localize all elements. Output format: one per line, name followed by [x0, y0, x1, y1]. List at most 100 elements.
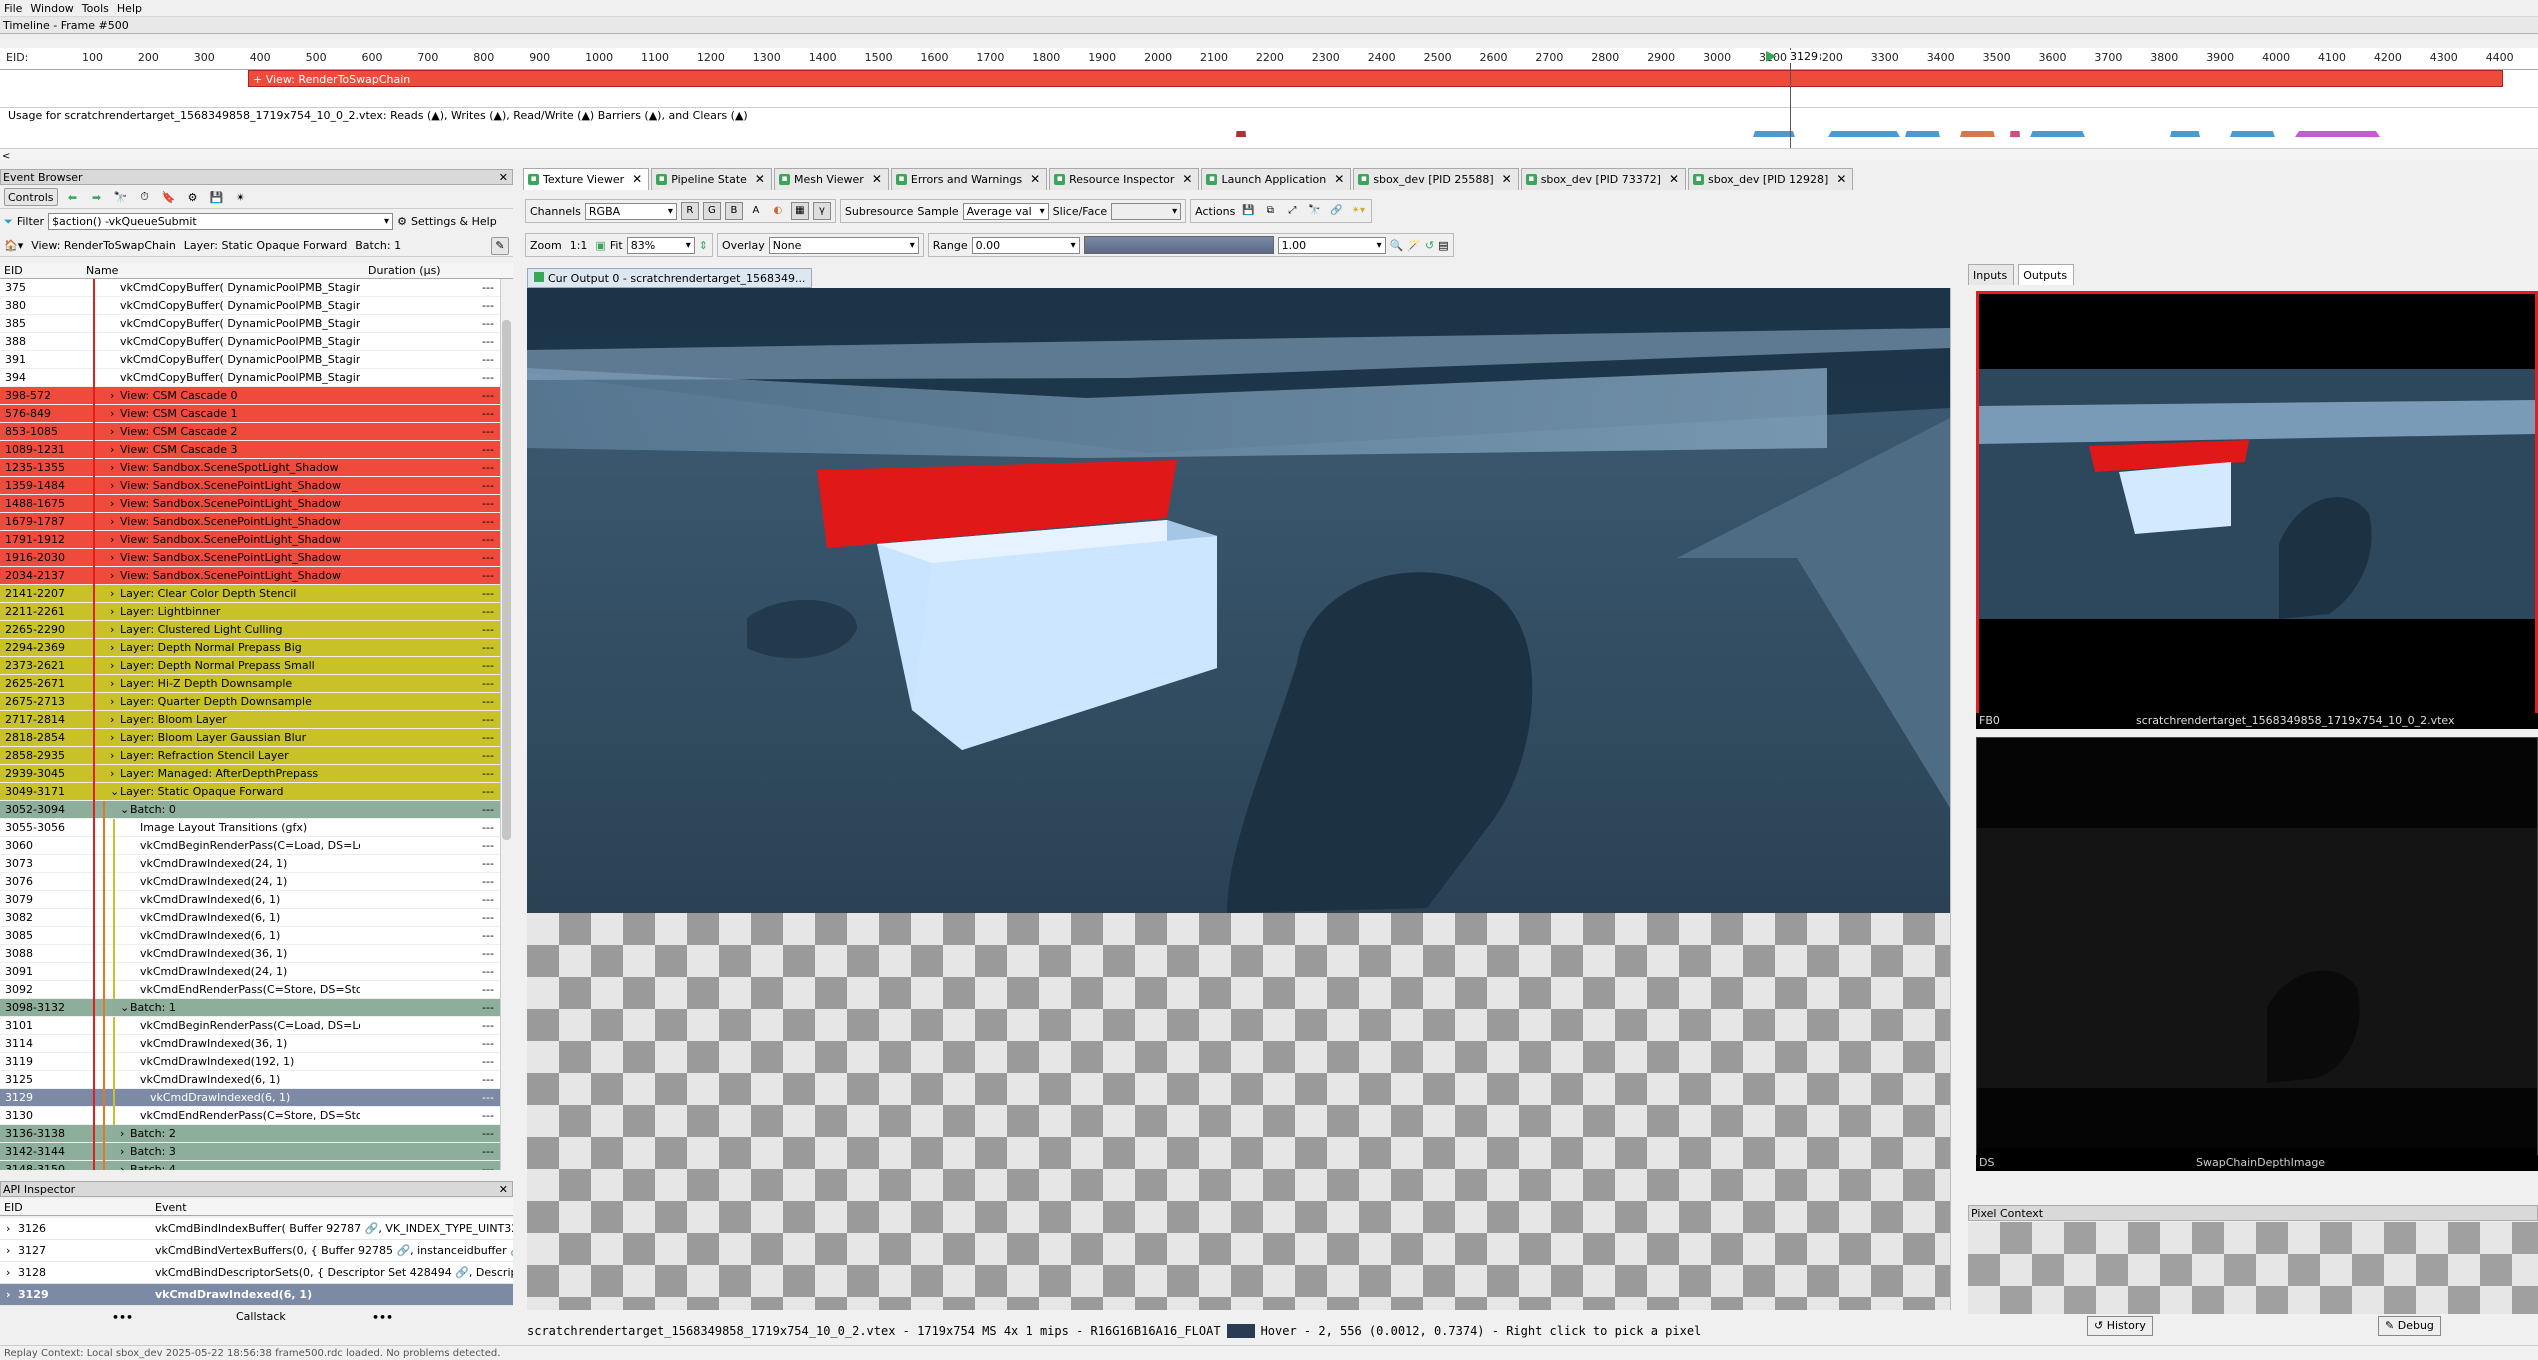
- auto-fit-icon[interactable]: 🪄: [1407, 239, 1421, 252]
- usage-marker[interactable]: [1753, 127, 1795, 137]
- tab-texture-viewer[interactable]: ▪ Texture Viewer ✕: [523, 168, 650, 190]
- event-row[interactable]: 380 vkCmdCopyBuffer( DynamicPoolPMB_Stagi…: [0, 297, 500, 315]
- event-row[interactable]: 385 vkCmdCopyBuffer( DynamicPoolPMB_Stagi…: [0, 315, 500, 333]
- expand-chevron-icon[interactable]: ›: [110, 459, 114, 477]
- checkerboard-background[interactable]: [527, 913, 1950, 1310]
- event-row[interactable]: 3076 vkCmdDrawIndexed(24, 1) ---: [0, 873, 500, 891]
- channel-b-toggle[interactable]: B: [724, 202, 743, 220]
- expand-chevron-icon[interactable]: ›: [110, 657, 114, 675]
- event-row[interactable]: 1791-1912 › View: Sandbox.ScenePointLight_…: [0, 531, 500, 549]
- expand-chevron-icon[interactable]: ›: [110, 495, 114, 513]
- edit-icon[interactable]: ✎: [491, 236, 509, 255]
- filter-input[interactable]: $action() -vkQueueSubmit: [48, 213, 394, 230]
- event-row[interactable]: 3114 vkCmdDrawIndexed(36, 1) ---: [0, 1035, 500, 1053]
- crumb-view[interactable]: View: RenderToSwapChain: [31, 239, 176, 252]
- event-row[interactable]: 2265-2290 › Layer: Clustered Light Culling…: [0, 621, 500, 639]
- expand-chevron-icon[interactable]: ›: [6, 1284, 11, 1305]
- expand-chevron-icon[interactable]: ›: [110, 711, 114, 729]
- expand-chevron-icon[interactable]: ›: [6, 1218, 10, 1239]
- starburst-icon[interactable]: ✴: [232, 188, 250, 206]
- forward-arrow-icon[interactable]: ➡: [88, 188, 106, 206]
- event-row[interactable]: 3130 vkCmdEndRenderPass(C=Store, DS=Store…: [0, 1107, 500, 1125]
- expand-chevron-icon[interactable]: ›: [110, 387, 114, 405]
- event-row[interactable]: 2294-2369 › Layer: Depth Normal Prepass Bi…: [0, 639, 500, 657]
- expand-chevron-icon[interactable]: ›: [110, 585, 114, 603]
- event-row[interactable]: 3129 vkCmdDrawIndexed(6, 1) ---: [0, 1089, 500, 1107]
- event-row[interactable]: 576-849 › View: CSM Cascade 1 ---: [0, 405, 500, 423]
- expand-chevron-icon[interactable]: ›: [110, 423, 114, 441]
- menu-tools[interactable]: Tools: [78, 0, 113, 17]
- expand-chevron-icon[interactable]: ›: [110, 675, 114, 693]
- close-icon[interactable]: ✕: [1836, 169, 1846, 190]
- usage-marker[interactable]: [1236, 127, 1246, 137]
- event-row[interactable]: 394 vkCmdCopyBuffer( DynamicPoolPMB_Stagi…: [0, 369, 500, 387]
- expand-chevron-icon[interactable]: ›: [110, 477, 114, 495]
- event-row[interactable]: 2373-2621 › Layer: Depth Normal Prepass Sm…: [0, 657, 500, 675]
- expand-chevron-icon[interactable]: ⌄: [120, 801, 129, 819]
- expand-chevron-icon[interactable]: ›: [110, 621, 114, 639]
- api-col-eid[interactable]: EID: [4, 1201, 23, 1214]
- event-row[interactable]: 1359-1484 › View: Sandbox.ScenePointLight_…: [0, 477, 500, 495]
- channel-g-toggle[interactable]: G: [702, 202, 721, 220]
- zoom-select[interactable]: 83%: [626, 236, 695, 254]
- output-tab[interactable]: Cur Output 0 - scratchrendertarget_15683…: [527, 268, 813, 288]
- tab-sbox-dev-pid-73372[interactable]: ▪ sbox_dev [PID 73372] ✕: [1520, 168, 1687, 190]
- save-icon[interactable]: 💾: [208, 188, 226, 206]
- back-arrow-icon[interactable]: ⬅: [64, 188, 82, 206]
- event-row[interactable]: 3073 vkCmdDrawIndexed(24, 1) ---: [0, 855, 500, 873]
- api-row[interactable]: › 3128 vkCmdBindDescriptorSets(0, { Descri…: [0, 1262, 513, 1284]
- expand-chevron-icon[interactable]: ›: [120, 1161, 124, 1170]
- color-wheel-icon[interactable]: ◐: [768, 202, 787, 220]
- range-min-input[interactable]: 0.00: [971, 236, 1080, 254]
- api-row[interactable]: › 3129 vkCmdDrawIndexed(6, 1): [0, 1284, 513, 1306]
- menu-window[interactable]: Window: [26, 0, 77, 17]
- dots-left[interactable]: •••: [112, 1311, 133, 1324]
- event-row[interactable]: 2717-2814 › Layer: Bloom Layer ---: [0, 711, 500, 729]
- event-row[interactable]: 2939-3045 › Layer: Managed: AfterDepthPrep…: [0, 765, 500, 783]
- expand-chevron-icon[interactable]: ›: [120, 1143, 124, 1161]
- crumb-batch[interactable]: Batch: 1: [355, 239, 401, 252]
- event-row[interactable]: 3082 vkCmdDrawIndexed(6, 1) ---: [0, 909, 500, 927]
- tab-launch-application[interactable]: ▪ Launch Application ✕: [1201, 168, 1352, 190]
- usage-marker[interactable]: [2030, 127, 2085, 137]
- col-eid[interactable]: EID: [4, 264, 23, 277]
- callstack-label[interactable]: Callstack: [236, 1310, 286, 1323]
- usage-marker[interactable]: [2295, 127, 2380, 137]
- event-row[interactable]: 853-1085 › View: CSM Cascade 2 ---: [0, 423, 500, 441]
- event-row[interactable]: 3088 vkCmdDrawIndexed(36, 1) ---: [0, 945, 500, 963]
- close-icon[interactable]: ✕: [872, 169, 882, 190]
- fit-button[interactable]: Fit: [610, 239, 623, 252]
- event-row[interactable]: 3060 vkCmdBeginRenderPass(C=Load, DS=Load…: [0, 837, 500, 855]
- crumb-layer[interactable]: Layer: Static Opaque Forward: [184, 239, 347, 252]
- close-icon[interactable]: ✕: [1669, 169, 1679, 190]
- close-icon[interactable]: ✕: [1334, 169, 1344, 190]
- close-icon[interactable]: ✕: [499, 170, 512, 185]
- event-row[interactable]: 3055-3056 Image Layout Transitions (gfx) -…: [0, 819, 500, 837]
- channel-a-toggle[interactable]: A: [746, 202, 765, 220]
- event-row[interactable]: 2625-2671 › Layer: Hi-Z Depth Downsample --…: [0, 675, 500, 693]
- controls-button[interactable]: Controls: [4, 188, 58, 206]
- home-icon[interactable]: 🏠▾: [4, 239, 23, 252]
- usage-marker[interactable]: [2170, 127, 2200, 137]
- event-row[interactable]: 3079 vkCmdDrawIndexed(6, 1) ---: [0, 891, 500, 909]
- output-thumbnail-depth[interactable]: [1976, 737, 2538, 1167]
- menu-help[interactable]: Help: [113, 0, 146, 17]
- binoculars-icon[interactable]: 🔭: [1305, 202, 1324, 220]
- event-row[interactable]: 3119 vkCmdDrawIndexed(192, 1) ---: [0, 1053, 500, 1071]
- usage-marker[interactable]: [2010, 127, 2020, 137]
- close-icon[interactable]: ✕: [632, 169, 642, 190]
- event-row[interactable]: 2034-2137 › View: Sandbox.ScenePointLight_…: [0, 567, 500, 585]
- tab-sbox-dev-pid-12928[interactable]: ▪ sbox_dev [PID 12928] ✕: [1688, 168, 1854, 190]
- expand-chevron-icon[interactable]: ›: [110, 639, 114, 657]
- expand-chevron-icon[interactable]: ›: [110, 729, 114, 747]
- tab-inputs[interactable]: Inputs: [1968, 264, 2015, 285]
- event-row[interactable]: 3142-3144 › Batch: 3 ---: [0, 1143, 500, 1161]
- menu-file[interactable]: File: [0, 0, 26, 17]
- settings-help-button[interactable]: Settings & Help: [411, 215, 497, 228]
- checker-icon[interactable]: ▦: [790, 202, 809, 220]
- timeline-scrollbar[interactable]: <: [0, 148, 2538, 162]
- output-thumbnail-fb0[interactable]: [1976, 291, 2538, 721]
- event-row[interactable]: 3092 vkCmdEndRenderPass(C=Store, DS=Store…: [0, 981, 500, 999]
- event-row[interactable]: 3091 vkCmdDrawIndexed(24, 1) ---: [0, 963, 500, 981]
- tab-sbox-dev-pid-25588[interactable]: ▪ sbox_dev [PID 25588] ✕: [1353, 168, 1519, 190]
